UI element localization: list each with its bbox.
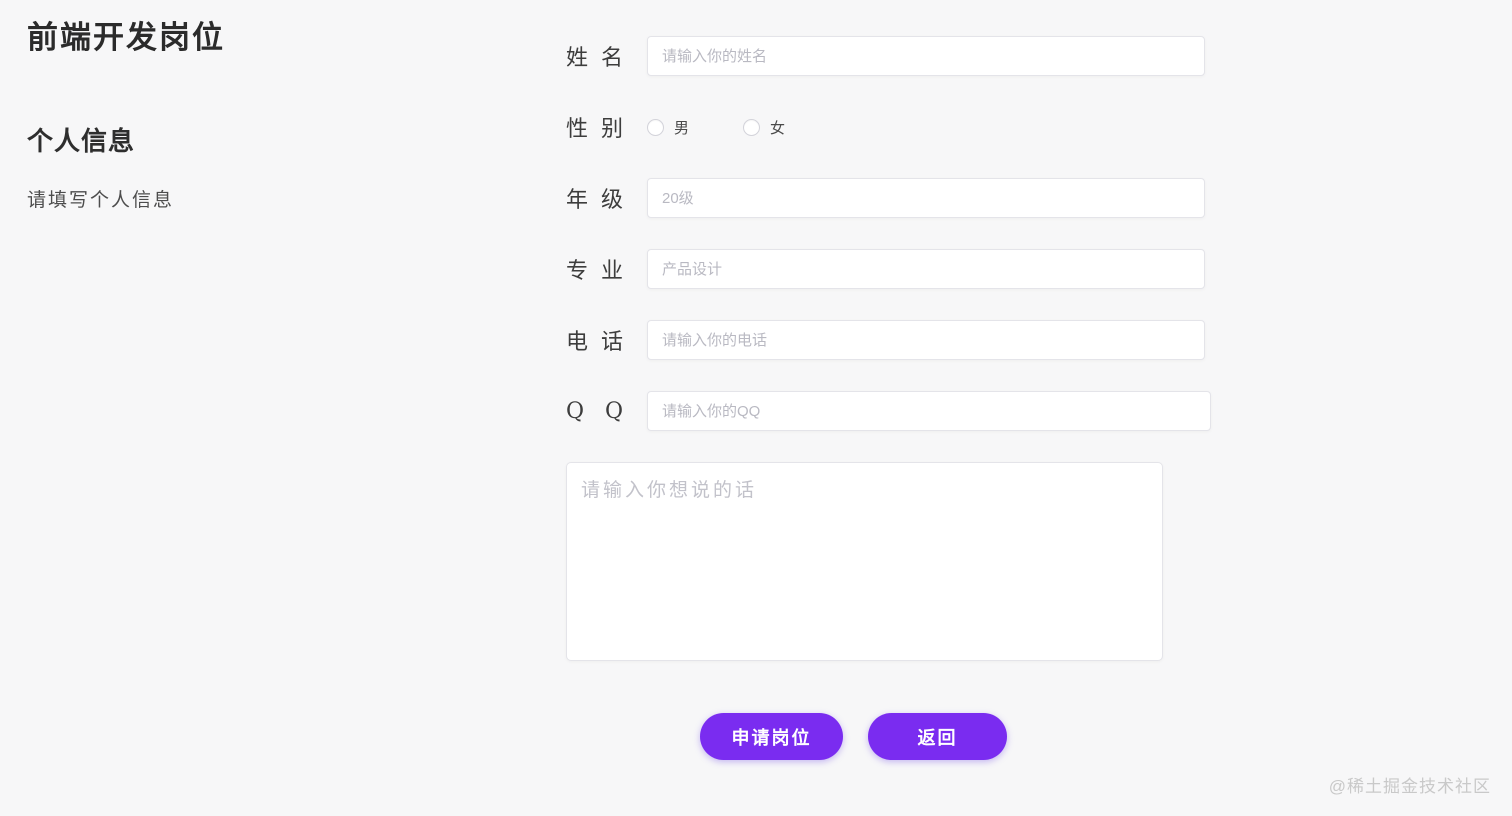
apply-button[interactable]: 申请岗位 (700, 713, 843, 760)
qq-input[interactable] (647, 391, 1211, 431)
form-row-grade: 年 级 (566, 178, 1211, 218)
grade-label: 年 级 (566, 188, 623, 213)
grade-input[interactable] (647, 178, 1205, 218)
gender-male-radio[interactable]: 男 (647, 117, 689, 138)
watermark: @稀土掘金技术社区 (1328, 777, 1491, 796)
left-panel: 前端开发岗位 个人信息 请填写个人信息 (27, 12, 507, 212)
phone-label: 电 话 (566, 330, 623, 355)
name-input[interactable] (647, 36, 1205, 76)
form-buttons: 申请岗位 返回 (566, 713, 1211, 760)
section-title: 个人信息 (27, 127, 136, 157)
major-input[interactable] (647, 249, 1205, 289)
major-label: 专 业 (566, 259, 623, 284)
personal-info-form: 姓 名 性 别 男 女 年 级 专 业 电 话 Q Q (566, 36, 1211, 760)
form-row-gender: 性 别 男 女 (566, 107, 1211, 147)
gender-radio-group: 男 女 (647, 117, 785, 138)
form-row-phone: 电 话 (566, 320, 1211, 360)
gender-male-label: 男 (674, 118, 690, 137)
section-description: 请填写个人信息 (27, 189, 175, 211)
page-title: 前端开发岗位 (27, 20, 225, 56)
radio-circle-icon[interactable] (743, 118, 761, 136)
gender-female-radio[interactable]: 女 (743, 117, 785, 138)
gender-female-label: 女 (770, 118, 786, 137)
form-row-qq: Q Q (566, 391, 1211, 431)
gender-label: 性 别 (566, 117, 623, 142)
back-button[interactable]: 返回 (868, 713, 1007, 760)
name-label: 姓 名 (566, 46, 623, 71)
form-row-message (566, 462, 1211, 661)
form-row-major: 专 业 (566, 249, 1211, 289)
phone-input[interactable] (647, 320, 1205, 360)
form-row-name: 姓 名 (566, 36, 1211, 76)
radio-circle-icon[interactable] (647, 118, 664, 136)
message-textarea[interactable] (566, 462, 1163, 661)
qq-label: Q Q (566, 398, 623, 424)
